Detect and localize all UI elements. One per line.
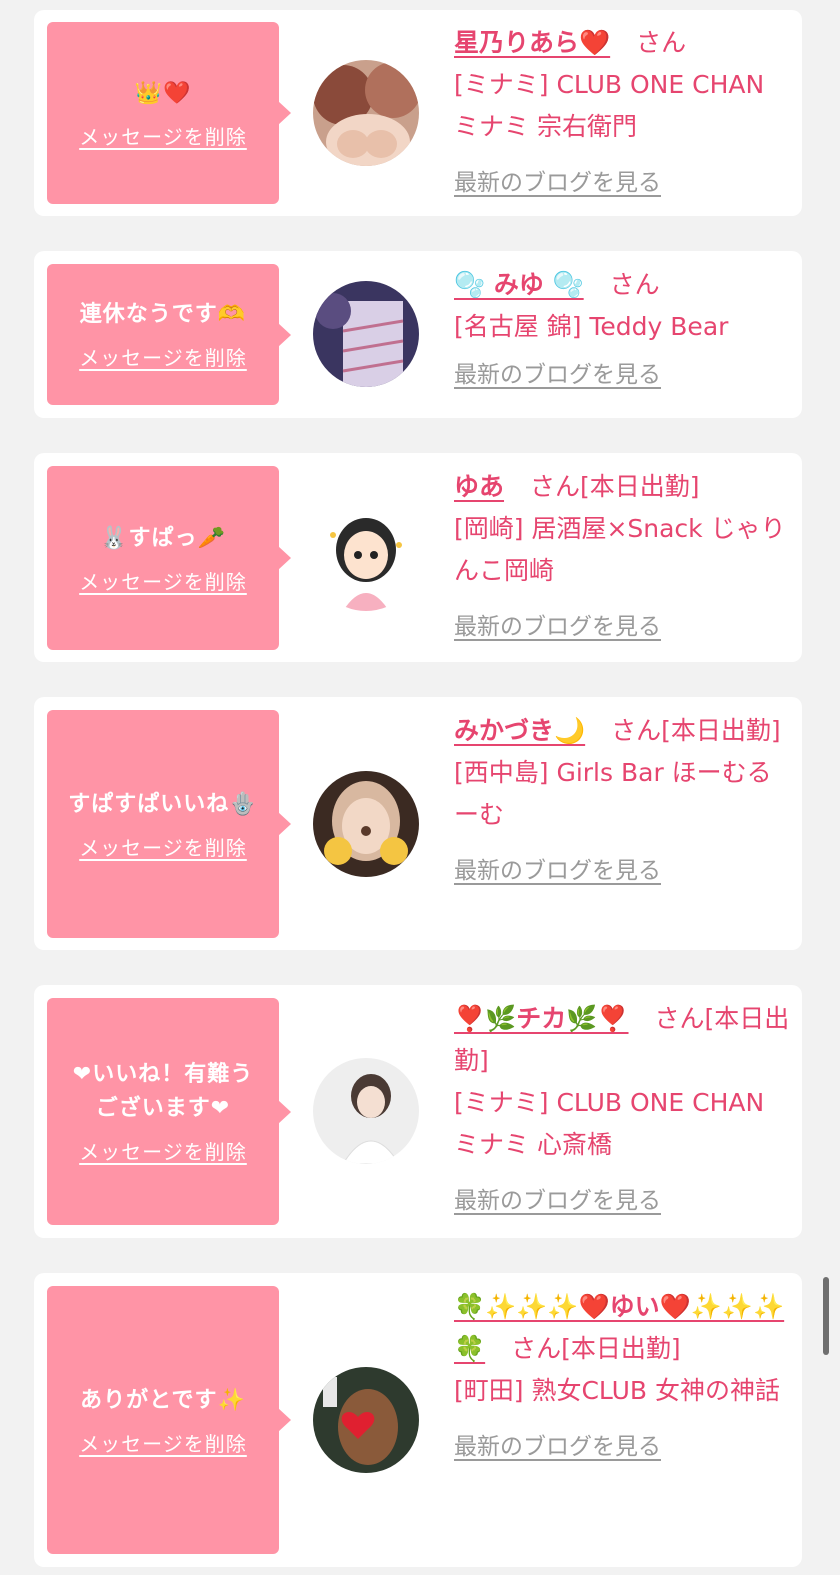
delete-message-link[interactable]: メッセージを削除 bbox=[79, 566, 247, 595]
latest-blog-link[interactable]: 最新のブログを見る bbox=[454, 1180, 792, 1222]
cast-info: 🍀✨✨✨❤️ゆい❤️✨✨✨🍀 さん[本日出勤] [町田] 熟女CLUB 女神の神話… bbox=[454, 1286, 792, 1468]
honorific-label: さん[本日出勤] bbox=[511, 1334, 681, 1363]
message-bubble: 👑❤️ メッセージを削除 bbox=[47, 22, 291, 204]
shop-label: [名古屋 錦] Teddy Bear bbox=[454, 312, 729, 341]
avatar[interactable] bbox=[313, 60, 419, 166]
cast-name-link[interactable]: 🫧 みゆ 🫧 bbox=[454, 270, 584, 299]
honorific-label: さん bbox=[636, 28, 687, 57]
favorite-card: 👑❤️ メッセージを削除 星乃りあら❤️ さん [ミナミ] CLUB ONE CH… bbox=[34, 10, 802, 216]
message-bubble: すぱすぱいいね🪬 メッセージを削除 bbox=[47, 710, 291, 938]
honorific-label: さん[本日出勤] bbox=[530, 472, 700, 501]
avatar[interactable] bbox=[313, 505, 419, 611]
message-bubble: ❤いいね！有難うございます❤ メッセージを削除 bbox=[47, 998, 291, 1225]
shop-label: [ミナミ] CLUB ONE CHAN ミナミ 宗右衛門 bbox=[454, 70, 765, 141]
favorite-card: すぱすぱいいね🪬 メッセージを削除 みかづき🌙 さん[本日出勤] [西中島] Gi… bbox=[34, 697, 802, 950]
message-text: ❤いいね！有難うございます❤ bbox=[72, 1062, 254, 1121]
delete-message-link[interactable]: メッセージを削除 bbox=[79, 832, 247, 861]
latest-blog-link[interactable]: 最新のブログを見る bbox=[454, 850, 792, 892]
shop-label: [岡崎] 居酒屋×Snack じゃりんこ岡崎 bbox=[454, 514, 786, 585]
shop-label: [ミナミ] CLUB ONE CHAN ミナミ 心斎橋 bbox=[454, 1088, 765, 1159]
cast-info: みかづき🌙 さん[本日出勤] [西中島] Girls Bar ほーむるーむ 最新の… bbox=[454, 710, 792, 892]
shop-label: [町田] 熟女CLUB 女神の神話 bbox=[454, 1376, 780, 1405]
message-bubble: ありがとです✨ メッセージを削除 bbox=[47, 1286, 291, 1554]
favorite-card: ❤いいね！有難うございます❤ メッセージを削除 ❣️🌿チカ🌿❣️ さん[本日出勤]… bbox=[34, 985, 802, 1238]
delete-message-link[interactable]: メッセージを削除 bbox=[79, 1428, 247, 1457]
honorific-label: さん bbox=[609, 270, 660, 299]
latest-blog-link[interactable]: 最新のブログを見る bbox=[454, 162, 792, 204]
message-text: すぱすぱいいね🪬 bbox=[68, 791, 258, 817]
message-text: 連休なうです🫶 bbox=[79, 302, 247, 327]
scrollbar[interactable] bbox=[823, 1277, 829, 1355]
cast-name-link[interactable]: 星乃りあら❤️ bbox=[454, 28, 610, 57]
favorite-card: 連休なうです🫶 メッセージを削除 🫧 みゆ 🫧 さん [名古屋 錦] Teddy … bbox=[34, 251, 802, 418]
cast-info: 🫧 みゆ 🫧 さん [名古屋 錦] Teddy Bear 最新のブログを見る bbox=[454, 264, 792, 396]
message-text: 👑❤️ bbox=[134, 80, 192, 106]
latest-blog-link[interactable]: 最新のブログを見る bbox=[454, 606, 792, 648]
avatar[interactable] bbox=[313, 771, 419, 877]
delete-message-link[interactable]: メッセージを削除 bbox=[79, 121, 247, 150]
message-text: 🐰すぱっ🥕 bbox=[100, 525, 226, 551]
honorific-label: さん[本日出勤] bbox=[611, 716, 781, 745]
shop-label: [西中島] Girls Bar ほーむるーむ bbox=[454, 758, 772, 829]
latest-blog-link[interactable]: 最新のブログを見る bbox=[454, 354, 792, 396]
cast-info: 星乃りあら❤️ さん [ミナミ] CLUB ONE CHAN ミナミ 宗右衛門 最… bbox=[454, 22, 792, 204]
avatar[interactable] bbox=[313, 1058, 419, 1164]
delete-message-link[interactable]: メッセージを削除 bbox=[79, 1136, 247, 1165]
cast-name-link[interactable]: みかづき🌙 bbox=[454, 716, 585, 745]
avatar[interactable] bbox=[313, 1367, 419, 1473]
message-bubble: 🐰すぱっ🥕 メッセージを削除 bbox=[47, 466, 291, 650]
avatar[interactable] bbox=[313, 281, 419, 387]
message-bubble: 連休なうです🫶 メッセージを削除 bbox=[47, 264, 291, 405]
delete-message-link[interactable]: メッセージを削除 bbox=[79, 342, 247, 371]
cast-info: ❣️🌿チカ🌿❣️ さん[本日出勤] [ミナミ] CLUB ONE CHAN ミナミ… bbox=[454, 998, 792, 1222]
favorite-card: ありがとです✨ メッセージを削除 🍀✨✨✨❤️ゆい❤️✨✨✨🍀 さん[本日出勤] … bbox=[34, 1273, 802, 1567]
latest-blog-link[interactable]: 最新のブログを見る bbox=[454, 1426, 792, 1468]
cast-name-link[interactable]: ❣️🌿チカ🌿❣️ bbox=[454, 1004, 629, 1033]
cast-info: ゆあ さん[本日出勤] [岡崎] 居酒屋×Snack じゃりんこ岡崎 最新のブログ… bbox=[454, 466, 792, 648]
message-text: ありがとです✨ bbox=[80, 1387, 246, 1413]
favorite-card: 🐰すぱっ🥕 メッセージを削除 ゆあ さん[本日出勤] [岡崎] 居酒屋×Snack… bbox=[34, 453, 802, 662]
cast-name-link[interactable]: ゆあ bbox=[454, 472, 504, 501]
